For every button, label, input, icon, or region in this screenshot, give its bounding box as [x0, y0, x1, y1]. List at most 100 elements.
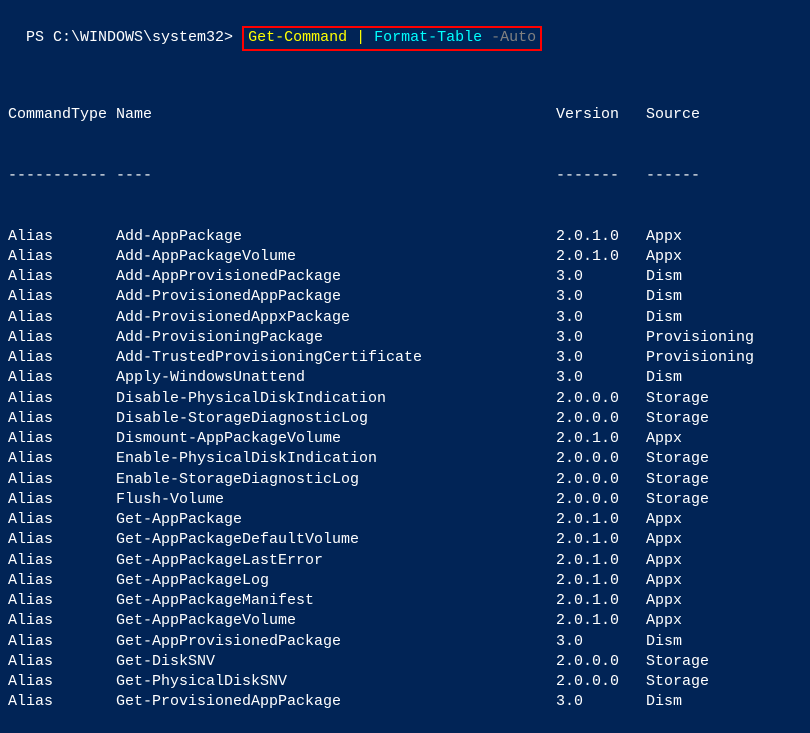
cell-source: Storage — [646, 490, 802, 510]
cell-commandtype: Alias — [8, 429, 116, 449]
cell-commandtype: Alias — [8, 692, 116, 712]
cell-name: Add-ProvisionedAppPackage — [116, 287, 556, 307]
header-commandtype: CommandType — [8, 105, 116, 125]
cell-commandtype: Alias — [8, 328, 116, 348]
cell-version: 2.0.0.0 — [556, 409, 646, 429]
cell-source: Appx — [646, 551, 802, 571]
cell-name: Apply-WindowsUnattend — [116, 368, 556, 388]
header-source: Source — [646, 105, 802, 125]
table-row: AliasFlush-Volume2.0.0.0Storage — [8, 490, 802, 510]
table-row: AliasEnable-StorageDiagnosticLog2.0.0.0S… — [8, 470, 802, 490]
table-row: AliasGet-AppProvisionedPackage3.0Dism — [8, 632, 802, 652]
table-row: AliasAdd-TrustedProvisioningCertificate3… — [8, 348, 802, 368]
cell-name: Add-ProvisionedAppxPackage — [116, 308, 556, 328]
cell-commandtype: Alias — [8, 551, 116, 571]
cell-commandtype: Alias — [8, 227, 116, 247]
cell-name: Add-TrustedProvisioningCertificate — [116, 348, 556, 368]
table-row: AliasGet-PhysicalDiskSNV2.0.0.0Storage — [8, 672, 802, 692]
table-row: AliasGet-AppPackageVolume2.0.1.0Appx — [8, 611, 802, 631]
cell-version: 3.0 — [556, 308, 646, 328]
cell-name: Get-AppPackageDefaultVolume — [116, 530, 556, 550]
cell-source: Storage — [646, 389, 802, 409]
cell-version: 2.0.1.0 — [556, 429, 646, 449]
cell-commandtype: Alias — [8, 409, 116, 429]
cell-source: Dism — [646, 632, 802, 652]
table-row: AliasAdd-ProvisionedAppxPackage3.0Dism — [8, 308, 802, 328]
cell-version: 2.0.0.0 — [556, 652, 646, 672]
command-formattable: Format-Table — [374, 29, 491, 46]
cell-name: Add-AppPackageVolume — [116, 247, 556, 267]
cell-version: 3.0 — [556, 368, 646, 388]
cell-version: 2.0.0.0 — [556, 470, 646, 490]
cell-version: 2.0.0.0 — [556, 449, 646, 469]
rule-version: ------- — [556, 166, 646, 186]
cell-version: 3.0 — [556, 328, 646, 348]
cell-commandtype: Alias — [8, 348, 116, 368]
command-prompt-line[interactable]: PS C:\WINDOWS\system32> Get-Command | Fo… — [8, 6, 802, 51]
table-row: AliasEnable-PhysicalDiskIndication2.0.0.… — [8, 449, 802, 469]
cell-source: Appx — [646, 530, 802, 550]
cell-version: 2.0.1.0 — [556, 611, 646, 631]
table-row: AliasAdd-AppProvisionedPackage3.0Dism — [8, 267, 802, 287]
cell-name: Add-AppProvisionedPackage — [116, 267, 556, 287]
table-row: AliasGet-AppPackageDefaultVolume2.0.1.0A… — [8, 530, 802, 550]
cell-name: Enable-StorageDiagnosticLog — [116, 470, 556, 490]
table-row: AliasDismount-AppPackageVolume2.0.1.0App… — [8, 429, 802, 449]
table-row: AliasAdd-AppPackage2.0.1.0Appx — [8, 227, 802, 247]
cell-commandtype: Alias — [8, 389, 116, 409]
cell-commandtype: Alias — [8, 308, 116, 328]
table-row: AliasGet-DiskSNV2.0.0.0Storage — [8, 652, 802, 672]
cell-source: Storage — [646, 672, 802, 692]
table-rule-row: ----------- ---- ------- ------ — [8, 166, 802, 186]
table-row: AliasGet-AppPackageManifest2.0.1.0Appx — [8, 591, 802, 611]
cell-commandtype: Alias — [8, 652, 116, 672]
cell-commandtype: Alias — [8, 611, 116, 631]
cell-source: Appx — [646, 591, 802, 611]
cell-name: Add-ProvisioningPackage — [116, 328, 556, 348]
cell-version: 3.0 — [556, 267, 646, 287]
cell-source: Dism — [646, 368, 802, 388]
table-row: AliasGet-ProvisionedAppPackage3.0Dism — [8, 692, 802, 712]
cell-commandtype: Alias — [8, 510, 116, 530]
header-version: Version — [556, 105, 646, 125]
cell-name: Add-AppPackage — [116, 227, 556, 247]
cell-source: Appx — [646, 510, 802, 530]
rule-name: ---- — [116, 166, 556, 186]
cell-name: Get-DiskSNV — [116, 652, 556, 672]
cell-source: Provisioning — [646, 328, 802, 348]
table-row: AliasDisable-PhysicalDiskIndication2.0.0… — [8, 389, 802, 409]
cell-version: 2.0.1.0 — [556, 510, 646, 530]
cell-version: 2.0.0.0 — [556, 490, 646, 510]
cell-commandtype: Alias — [8, 267, 116, 287]
command-param-auto: -Auto — [491, 29, 536, 46]
cell-commandtype: Alias — [8, 530, 116, 550]
cell-name: Get-AppPackageManifest — [116, 591, 556, 611]
cell-source: Appx — [646, 611, 802, 631]
table-row: AliasApply-WindowsUnattend3.0Dism — [8, 368, 802, 388]
cell-name: Disable-StorageDiagnosticLog — [116, 409, 556, 429]
table-row: AliasAdd-ProvisioningPackage3.0Provision… — [8, 328, 802, 348]
cell-commandtype: Alias — [8, 470, 116, 490]
cell-commandtype: Alias — [8, 287, 116, 307]
cell-source: Provisioning — [646, 348, 802, 368]
pipe-operator: | — [356, 29, 374, 46]
cell-version: 2.0.1.0 — [556, 551, 646, 571]
cell-version: 2.0.0.0 — [556, 389, 646, 409]
table-header-row: CommandType Name Version Source — [8, 105, 802, 125]
cell-commandtype: Alias — [8, 672, 116, 692]
cell-commandtype: Alias — [8, 247, 116, 267]
cell-version: 3.0 — [556, 287, 646, 307]
cell-version: 3.0 — [556, 348, 646, 368]
cell-version: 2.0.1.0 — [556, 227, 646, 247]
cell-name: Flush-Volume — [116, 490, 556, 510]
cell-source: Storage — [646, 449, 802, 469]
cell-version: 2.0.1.0 — [556, 530, 646, 550]
cell-version: 3.0 — [556, 632, 646, 652]
cell-commandtype: Alias — [8, 490, 116, 510]
cell-commandtype: Alias — [8, 591, 116, 611]
table-row: AliasGet-AppPackageLastError2.0.1.0Appx — [8, 551, 802, 571]
cell-commandtype: Alias — [8, 449, 116, 469]
cell-name: Get-PhysicalDiskSNV — [116, 672, 556, 692]
cell-source: Appx — [646, 227, 802, 247]
rule-commandtype: ----------- — [8, 166, 116, 186]
